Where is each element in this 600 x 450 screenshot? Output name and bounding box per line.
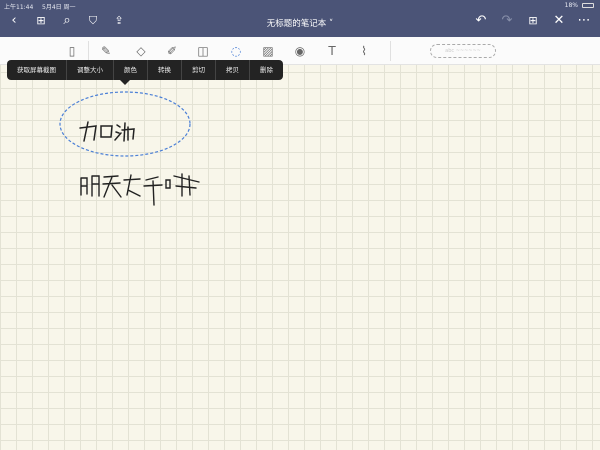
handwriting-jiayou	[79, 121, 135, 142]
lasso-context-menu: 获取屏幕截图 调整大小 颜色 转换 剪切 拷贝 删除	[7, 60, 283, 80]
menu-item-color[interactable]: 颜色	[114, 60, 148, 80]
menu-item-delete[interactable]: 删除	[250, 60, 283, 80]
menu-item-copy[interactable]: 拷贝	[216, 60, 250, 80]
menu-item-resize[interactable]: 调整大小	[67, 60, 114, 80]
menu-item-convert[interactable]: 转换	[148, 60, 182, 80]
handwriting-mingtian	[80, 173, 200, 206]
menu-item-screenshot[interactable]: 获取屏幕截图	[7, 60, 67, 80]
menu-pointer	[120, 80, 130, 85]
menu-item-cut[interactable]: 剪切	[182, 60, 216, 80]
